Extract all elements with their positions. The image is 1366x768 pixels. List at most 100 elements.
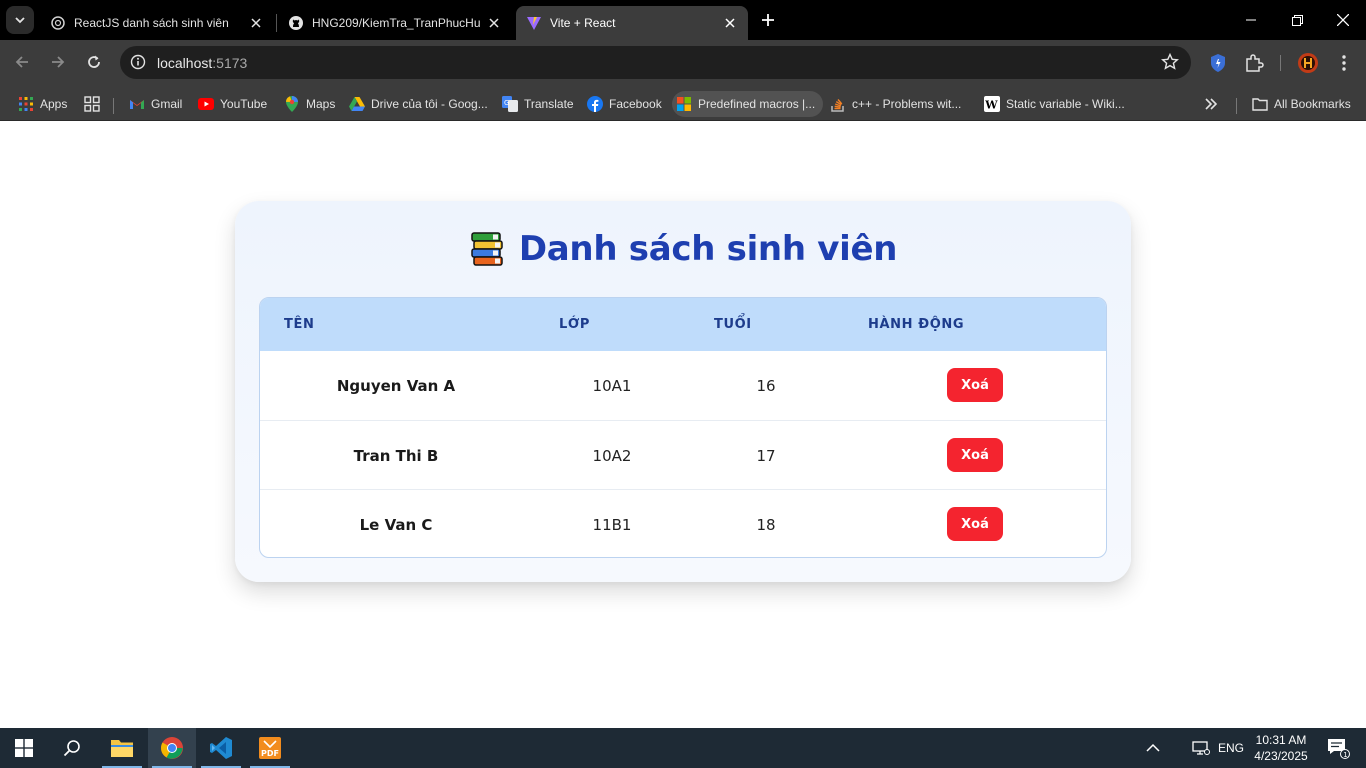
tab-search-button[interactable] xyxy=(6,6,34,34)
bookmark-predefined-macros[interactable]: Predefined macros |... xyxy=(672,91,824,117)
network-icon xyxy=(1192,741,1210,755)
minimize-button[interactable] xyxy=(1228,0,1274,40)
tab-github-repo[interactable]: HNG209/KiemTra_TranPhucHung xyxy=(278,6,512,40)
bookmark-star-icon[interactable] xyxy=(1161,53,1179,71)
url-port: :5173 xyxy=(212,55,248,71)
bookmark-apps[interactable]: Apps xyxy=(14,91,71,117)
delete-button[interactable]: Xoá xyxy=(947,507,1003,541)
clock-time: 10:31 AM xyxy=(1255,733,1307,747)
table-row: Nguyen Van A 10A1 16 Xoá xyxy=(260,351,1106,420)
bookmark-stackoverflow[interactable]: c++ - Problems wit... xyxy=(826,91,965,117)
reload-button[interactable] xyxy=(79,47,109,77)
student-class: 10A1 xyxy=(592,376,632,395)
chrome-taskbar-button[interactable] xyxy=(148,728,196,768)
bookmarks-divider xyxy=(113,98,114,114)
all-bookmarks-label: All Bookmarks xyxy=(1274,97,1351,111)
start-button[interactable] xyxy=(0,728,48,768)
password-extension-icon[interactable] xyxy=(1206,51,1230,75)
back-button[interactable] xyxy=(7,47,37,77)
browser-toolbar: localhost:5173 xyxy=(0,40,1366,86)
facebook-icon xyxy=(587,96,603,112)
address-bar[interactable]: localhost:5173 xyxy=(120,46,1191,79)
forward-button[interactable] xyxy=(43,47,73,77)
svg-text:W: W xyxy=(984,99,998,112)
bookmark-label: YouTube xyxy=(220,97,268,111)
bookmark-label: Drive của tôi - Goog... xyxy=(371,97,488,111)
student-class: 11B1 xyxy=(592,515,632,534)
windows-taskbar: PDF ENG 10:31 AM 4/23/2025 1 xyxy=(0,728,1366,768)
stackoverflow-icon xyxy=(830,96,846,112)
youtube-icon xyxy=(198,96,214,112)
microsoft-icon xyxy=(676,96,692,112)
restore-icon xyxy=(1291,14,1303,26)
bookmark-label: Facebook xyxy=(609,97,662,111)
notification-icon: 1 xyxy=(1328,739,1350,759)
show-hidden-icons-button[interactable] xyxy=(1140,728,1166,768)
profile-avatar[interactable] xyxy=(1296,51,1320,75)
language-indicator[interactable]: ENG xyxy=(1216,728,1246,768)
bookmark-translate[interactable]: G Translate xyxy=(498,91,578,117)
taskbar-search-button[interactable] xyxy=(48,728,96,768)
bookmark-facebook[interactable]: Facebook xyxy=(583,91,666,117)
student-age: 17 xyxy=(756,446,776,465)
close-icon[interactable] xyxy=(722,15,738,31)
menu-kebab-icon[interactable] xyxy=(1332,51,1356,75)
bookmark-wikipedia[interactable]: W Static variable - Wiki... xyxy=(980,91,1129,117)
delete-button[interactable]: Xoá xyxy=(947,438,1003,472)
plus-icon xyxy=(762,14,774,26)
taskbar-clock[interactable]: 10:31 AM 4/23/2025 xyxy=(1252,732,1310,764)
student-table: TÊN LỚP TUỔI HÀNH ĐỘNG Nguyen Van A 10A1… xyxy=(259,297,1107,558)
double-chevron-right-icon xyxy=(1205,98,1218,110)
gmail-icon xyxy=(129,96,145,112)
bookmark-maps[interactable]: Maps xyxy=(280,91,339,117)
restore-button[interactable] xyxy=(1274,0,1320,40)
student-age: 16 xyxy=(756,376,776,395)
tab-groups-button[interactable] xyxy=(80,91,104,117)
new-tab-button[interactable] xyxy=(756,8,780,32)
student-name: Le Van C xyxy=(359,515,433,534)
bookmark-label: Gmail xyxy=(151,97,183,111)
file-explorer-button[interactable] xyxy=(98,728,146,768)
delete-button[interactable]: Xoá xyxy=(947,368,1003,402)
pdf-app-taskbar-button[interactable]: PDF xyxy=(246,728,294,768)
bookmark-label: c++ - Problems wit... xyxy=(852,97,962,111)
bookmark-label: Maps xyxy=(306,97,336,111)
bookmarks-divider xyxy=(1236,98,1237,114)
tab-reactjs-list[interactable]: ReactJS danh sách sinh viên xyxy=(40,6,274,40)
tab-vite-react[interactable]: Vite + React xyxy=(516,6,748,40)
close-icon xyxy=(1337,14,1349,26)
chrome-icon xyxy=(161,737,183,759)
wikipedia-icon: W xyxy=(984,96,1000,112)
folder-icon xyxy=(111,740,133,757)
svg-text:PDF: PDF xyxy=(261,749,279,758)
table-header: TÊN LỚP TUỔI HÀNH ĐỘNG xyxy=(260,298,1106,351)
vscode-taskbar-button[interactable] xyxy=(197,728,245,768)
vscode-icon xyxy=(210,737,232,759)
notification-count: 1 xyxy=(1343,751,1347,759)
bookmark-label: Translate xyxy=(524,97,574,111)
windows-logo-icon xyxy=(15,739,33,757)
close-window-button[interactable] xyxy=(1320,0,1366,40)
reload-icon xyxy=(88,55,100,68)
student-name: Nguyen Van A xyxy=(336,376,456,395)
bookmark-drive[interactable]: Drive của tôi - Goog... xyxy=(345,91,492,117)
bookmarks-overflow-button[interactable] xyxy=(1200,91,1222,117)
search-icon xyxy=(63,740,80,757)
all-bookmarks-button[interactable]: All Bookmarks xyxy=(1248,91,1355,117)
bookmark-youtube[interactable]: YouTube xyxy=(194,91,271,117)
extensions-puzzle-icon[interactable] xyxy=(1242,51,1266,75)
vite-icon xyxy=(526,15,542,31)
tab-groups-icon xyxy=(84,96,100,112)
chevron-down-icon xyxy=(15,17,25,24)
minimize-icon xyxy=(1246,19,1256,21)
site-info-icon[interactable] xyxy=(128,52,148,72)
toolbar-divider xyxy=(1280,55,1281,71)
page-title-row: Danh sách sinh viên xyxy=(235,227,1131,271)
network-tray-button[interactable] xyxy=(1188,728,1214,768)
notification-center-button[interactable]: 1 xyxy=(1320,728,1356,768)
close-icon[interactable] xyxy=(486,15,502,31)
bookmark-gmail[interactable]: Gmail xyxy=(125,91,186,117)
arrow-right-icon xyxy=(52,56,65,68)
close-icon[interactable] xyxy=(248,15,264,31)
openai-icon xyxy=(50,15,66,31)
